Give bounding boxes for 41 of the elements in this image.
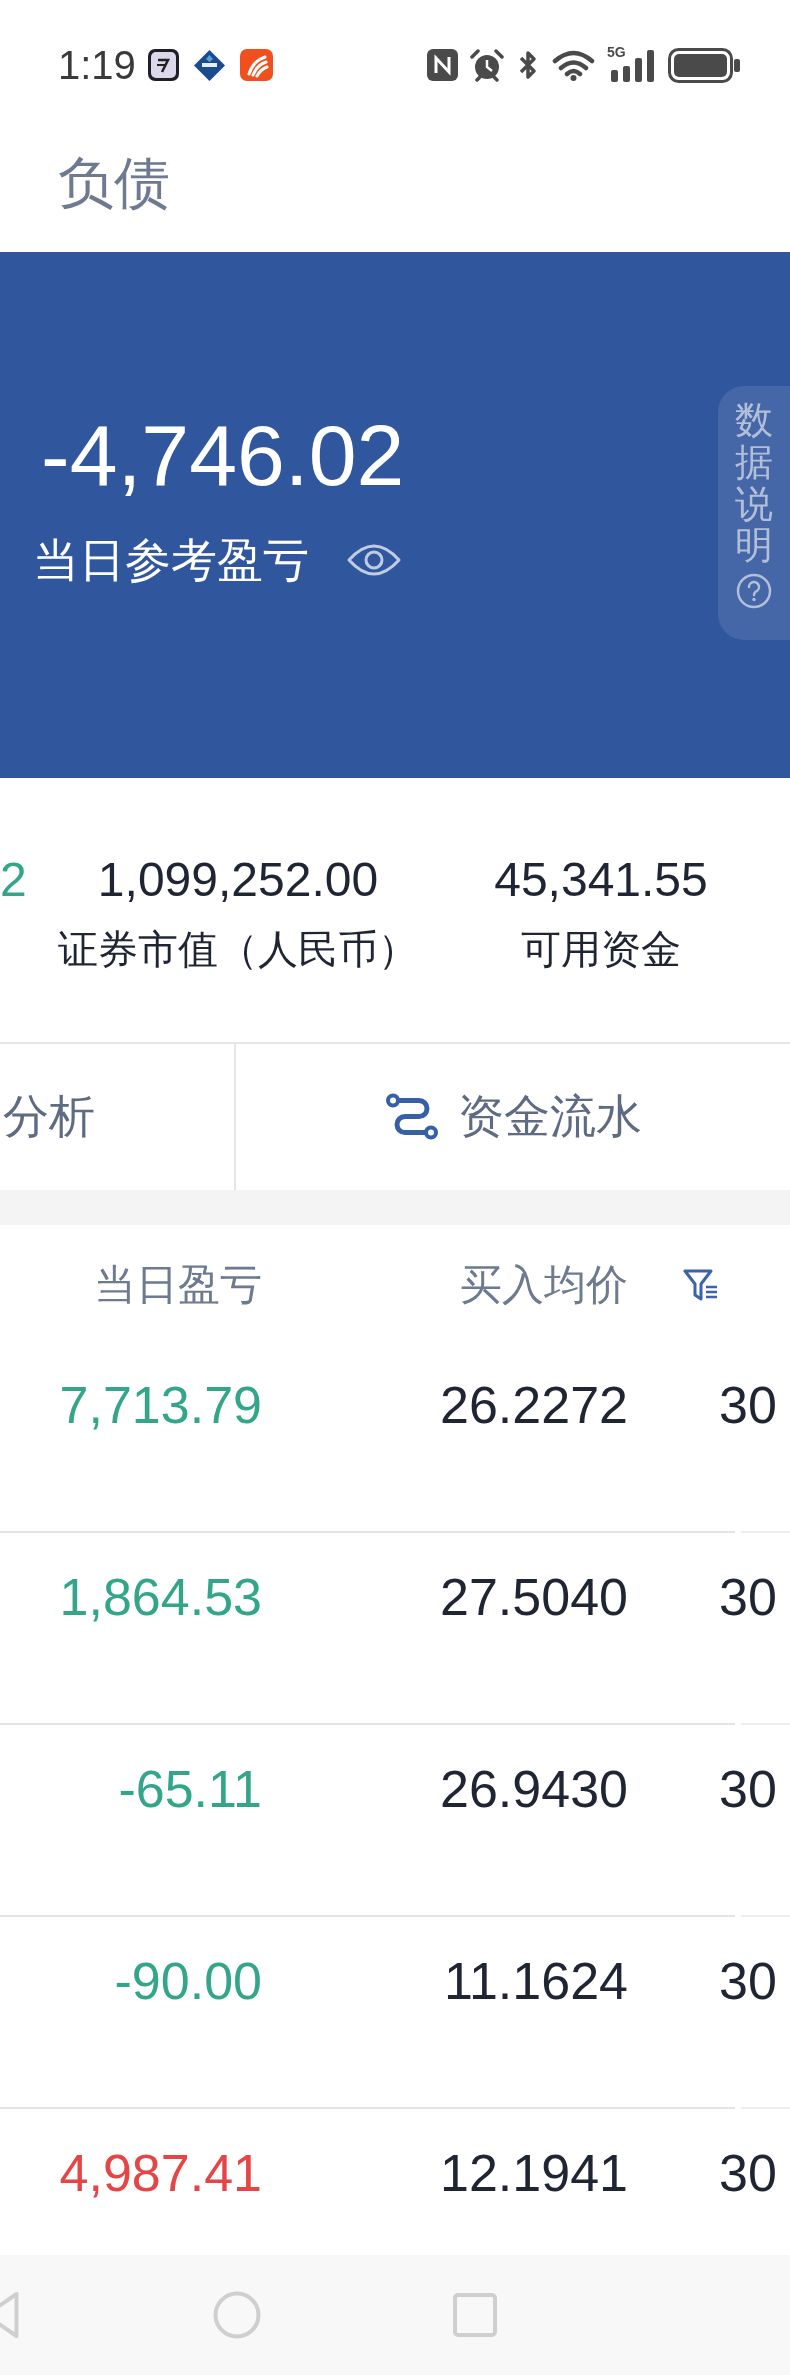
daily-pnl-cell: -90.00 (114, 1951, 262, 2011)
avg-price-cell: 27.5040 (440, 1567, 628, 1627)
stat-value: 45,341.55 (494, 852, 708, 908)
stat-label: 证券市值（人民币） (58, 926, 418, 973)
diamond-logo-icon (193, 49, 225, 81)
shortcut-button[interactable]: 分析 (0, 1044, 236, 1190)
stripes-app-icon (239, 49, 273, 81)
daily-pnl-cell: 1,864.53 (59, 1567, 262, 1627)
avg-price-cell: 26.9430 (440, 1759, 628, 1819)
avg-price-header: 买入均价 (460, 1263, 628, 1307)
data-explanation-tab[interactable]: 数据说明 (718, 386, 790, 640)
daily-pnl-label: 当日参考盈亏 (33, 533, 309, 588)
status-time: 1:19 (58, 45, 136, 85)
table-cell: 30 (719, 1759, 777, 1819)
daily-pnl-cell: 7,713.79 (59, 1375, 262, 1435)
avg-price-cell: 12.1941 (440, 2143, 628, 2203)
daily-pnl-header: 当日盈亏 (94, 1263, 262, 1307)
stat-value: 1,099,252.00 (97, 852, 379, 908)
daily-pnl-cell: -65.11 (118, 1759, 262, 1819)
page-title: 负债 (58, 150, 170, 217)
table-cell: 30 (719, 1951, 777, 2011)
battery-icon (668, 47, 741, 83)
home-icon[interactable] (213, 2291, 261, 2339)
daily-pnl-cell: 4,987.41 (59, 2143, 262, 2203)
table-cell: 30 (719, 1567, 777, 1627)
avg-price-cell: 26.2272 (440, 1375, 628, 1435)
avg-price-cell: 11.1624 (443, 1951, 628, 2011)
recent-apps-icon[interactable] (453, 2293, 497, 2337)
table-cell: 30 (719, 2143, 777, 2203)
back-icon[interactable] (0, 2291, 20, 2339)
stat-label: 可用资金 (521, 926, 681, 973)
table-cell: 30 (719, 1375, 777, 1435)
daily-pnl-amount: -4,746.02 (41, 406, 405, 505)
route-icon (384, 1093, 439, 1141)
nfc-icon (427, 49, 458, 81)
alarm-icon (469, 48, 505, 82)
wifi-icon (551, 49, 596, 81)
stat-value: 2 (0, 852, 27, 908)
help-icon (736, 573, 772, 610)
network-type-label: 5G (607, 45, 626, 59)
app-icon (147, 49, 179, 81)
